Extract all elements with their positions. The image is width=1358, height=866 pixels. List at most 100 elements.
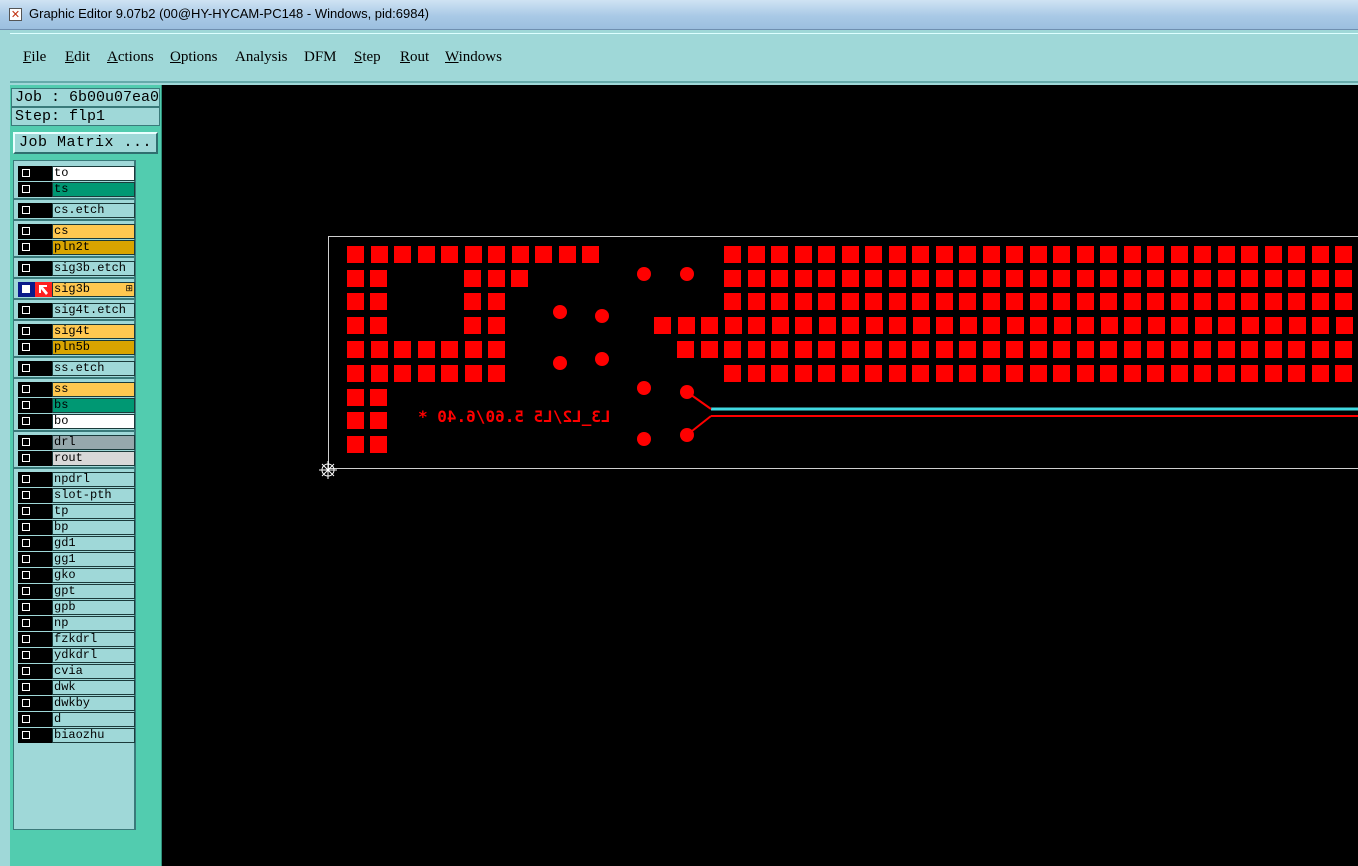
- layer-name[interactable]: ss: [52, 382, 135, 397]
- layer-marker[interactable]: [35, 632, 52, 647]
- layer-name[interactable]: npdrl: [52, 472, 135, 487]
- layer-row-biaozhu[interactable]: biaozhu: [18, 728, 135, 743]
- menu-options[interactable]: Options: [170, 49, 218, 66]
- layer-checkbox[interactable]: [18, 324, 35, 339]
- layer-checkbox[interactable]: [18, 224, 35, 239]
- layer-checkbox[interactable]: [18, 361, 35, 376]
- layer-row-npdrl[interactable]: npdrl: [18, 472, 135, 487]
- layer-checkbox[interactable]: [18, 240, 35, 255]
- layer-marker[interactable]: [35, 728, 52, 743]
- layer-marker[interactable]: [35, 648, 52, 663]
- layer-row-gd1[interactable]: gd1: [18, 536, 135, 551]
- layer-row-bs[interactable]: bs: [18, 398, 135, 413]
- layer-name[interactable]: sig4t.etch: [52, 303, 135, 318]
- layer-list-scrollbar[interactable]: [135, 160, 148, 830]
- layer-checkbox[interactable]: [18, 632, 35, 647]
- layer-checkbox[interactable]: [18, 648, 35, 663]
- layer-checkbox[interactable]: [18, 584, 35, 599]
- layer-row-cvia[interactable]: cvia: [18, 664, 135, 679]
- layer-name[interactable]: sig4t: [52, 324, 135, 339]
- layer-row-sig3b[interactable]: sig3b ⊞: [18, 282, 135, 297]
- layer-marker[interactable]: [35, 398, 52, 413]
- layer-checkbox[interactable]: [18, 414, 35, 429]
- layer-checkbox[interactable]: [18, 398, 35, 413]
- layer-row-sig4t[interactable]: sig4t: [18, 324, 135, 339]
- layer-name[interactable]: bs: [52, 398, 135, 413]
- layer-marker[interactable]: [35, 536, 52, 551]
- layer-marker[interactable]: [35, 414, 52, 429]
- layer-checkbox[interactable]: [18, 680, 35, 695]
- layer-checkbox[interactable]: [18, 282, 35, 297]
- layer-row-dwk[interactable]: dwk: [18, 680, 135, 695]
- layer-row-pln2t[interactable]: pln2t: [18, 240, 135, 255]
- layer-marker[interactable]: [35, 504, 52, 519]
- menu-file[interactable]: File: [23, 49, 46, 66]
- layer-name[interactable]: ydkdrl: [52, 648, 135, 663]
- layer-marker[interactable]: [35, 600, 52, 615]
- layer-checkbox[interactable]: [18, 568, 35, 583]
- layer-marker[interactable]: [35, 696, 52, 711]
- layer-marker[interactable]: [35, 166, 52, 181]
- layer-row-sig3b.etch[interactable]: sig3b.etch: [18, 261, 135, 276]
- layer-checkbox[interactable]: [18, 382, 35, 397]
- layer-marker[interactable]: [35, 520, 52, 535]
- layer-name[interactable]: np: [52, 616, 135, 631]
- layer-row-ts[interactable]: ts: [18, 182, 135, 197]
- layer-row-d[interactable]: d: [18, 712, 135, 727]
- layer-row-sig4t.etch[interactable]: sig4t.etch: [18, 303, 135, 318]
- layer-name[interactable]: gg1: [52, 552, 135, 567]
- layer-marker[interactable]: [35, 584, 52, 599]
- layer-name[interactable]: bp: [52, 520, 135, 535]
- layer-name[interactable]: pln2t: [52, 240, 135, 255]
- layer-checkbox[interactable]: [18, 728, 35, 743]
- layer-checkbox[interactable]: [18, 536, 35, 551]
- menu-windows[interactable]: Windows: [445, 49, 502, 66]
- layer-name[interactable]: to: [52, 166, 135, 181]
- layer-checkbox[interactable]: [18, 664, 35, 679]
- layer-row-ydkdrl[interactable]: ydkdrl: [18, 648, 135, 663]
- layer-checkbox[interactable]: [18, 712, 35, 727]
- layer-name[interactable]: gpb: [52, 600, 135, 615]
- menu-step[interactable]: Step: [354, 49, 381, 66]
- layer-checkbox[interactable]: [18, 261, 35, 276]
- layer-checkbox[interactable]: [18, 166, 35, 181]
- expand-icon[interactable]: ⊞: [125, 283, 133, 296]
- layer-marker[interactable]: [35, 303, 52, 318]
- menu-analysis[interactable]: Analysis: [235, 49, 288, 66]
- layer-name[interactable]: gpt: [52, 584, 135, 599]
- menu-actions[interactable]: Actions: [107, 49, 154, 66]
- layer-name[interactable]: dwk: [52, 680, 135, 695]
- menu-edit[interactable]: Edit: [65, 49, 90, 66]
- layer-row-gpt[interactable]: gpt: [18, 584, 135, 599]
- layer-row-gg1[interactable]: gg1: [18, 552, 135, 567]
- layer-checkbox[interactable]: [18, 182, 35, 197]
- layer-name[interactable]: pln5b: [52, 340, 135, 355]
- layer-row-fzkdrl[interactable]: fzkdrl: [18, 632, 135, 647]
- layer-name[interactable]: slot-pth: [52, 488, 135, 503]
- layer-row-ss[interactable]: ss: [18, 382, 135, 397]
- menu-rout[interactable]: Rout: [400, 49, 429, 66]
- layer-marker[interactable]: [35, 680, 52, 695]
- layer-checkbox[interactable]: [18, 504, 35, 519]
- layer-row-gpb[interactable]: gpb: [18, 600, 135, 615]
- layer-row-to[interactable]: to: [18, 166, 135, 181]
- layer-checkbox[interactable]: [18, 616, 35, 631]
- layer-name[interactable]: bo: [52, 414, 135, 429]
- layer-name[interactable]: drl: [52, 435, 135, 450]
- graphic-canvas[interactable]: [162, 85, 1358, 866]
- layer-name[interactable]: fzkdrl: [52, 632, 135, 647]
- layer-marker[interactable]: [35, 261, 52, 276]
- layer-marker[interactable]: [35, 472, 52, 487]
- layer-name[interactable]: ss.etch: [52, 361, 135, 376]
- layer-row-ss.etch[interactable]: ss.etch: [18, 361, 135, 376]
- layer-marker[interactable]: [35, 664, 52, 679]
- layer-name[interactable]: cs.etch: [52, 203, 135, 218]
- layer-checkbox[interactable]: [18, 552, 35, 567]
- layer-marker[interactable]: [35, 203, 52, 218]
- layer-checkbox[interactable]: [18, 451, 35, 466]
- layer-checkbox[interactable]: [18, 303, 35, 318]
- layer-row-drl[interactable]: drl: [18, 435, 135, 450]
- layer-marker[interactable]: [35, 324, 52, 339]
- layer-marker[interactable]: [35, 451, 52, 466]
- layer-row-cs.etch[interactable]: cs.etch: [18, 203, 135, 218]
